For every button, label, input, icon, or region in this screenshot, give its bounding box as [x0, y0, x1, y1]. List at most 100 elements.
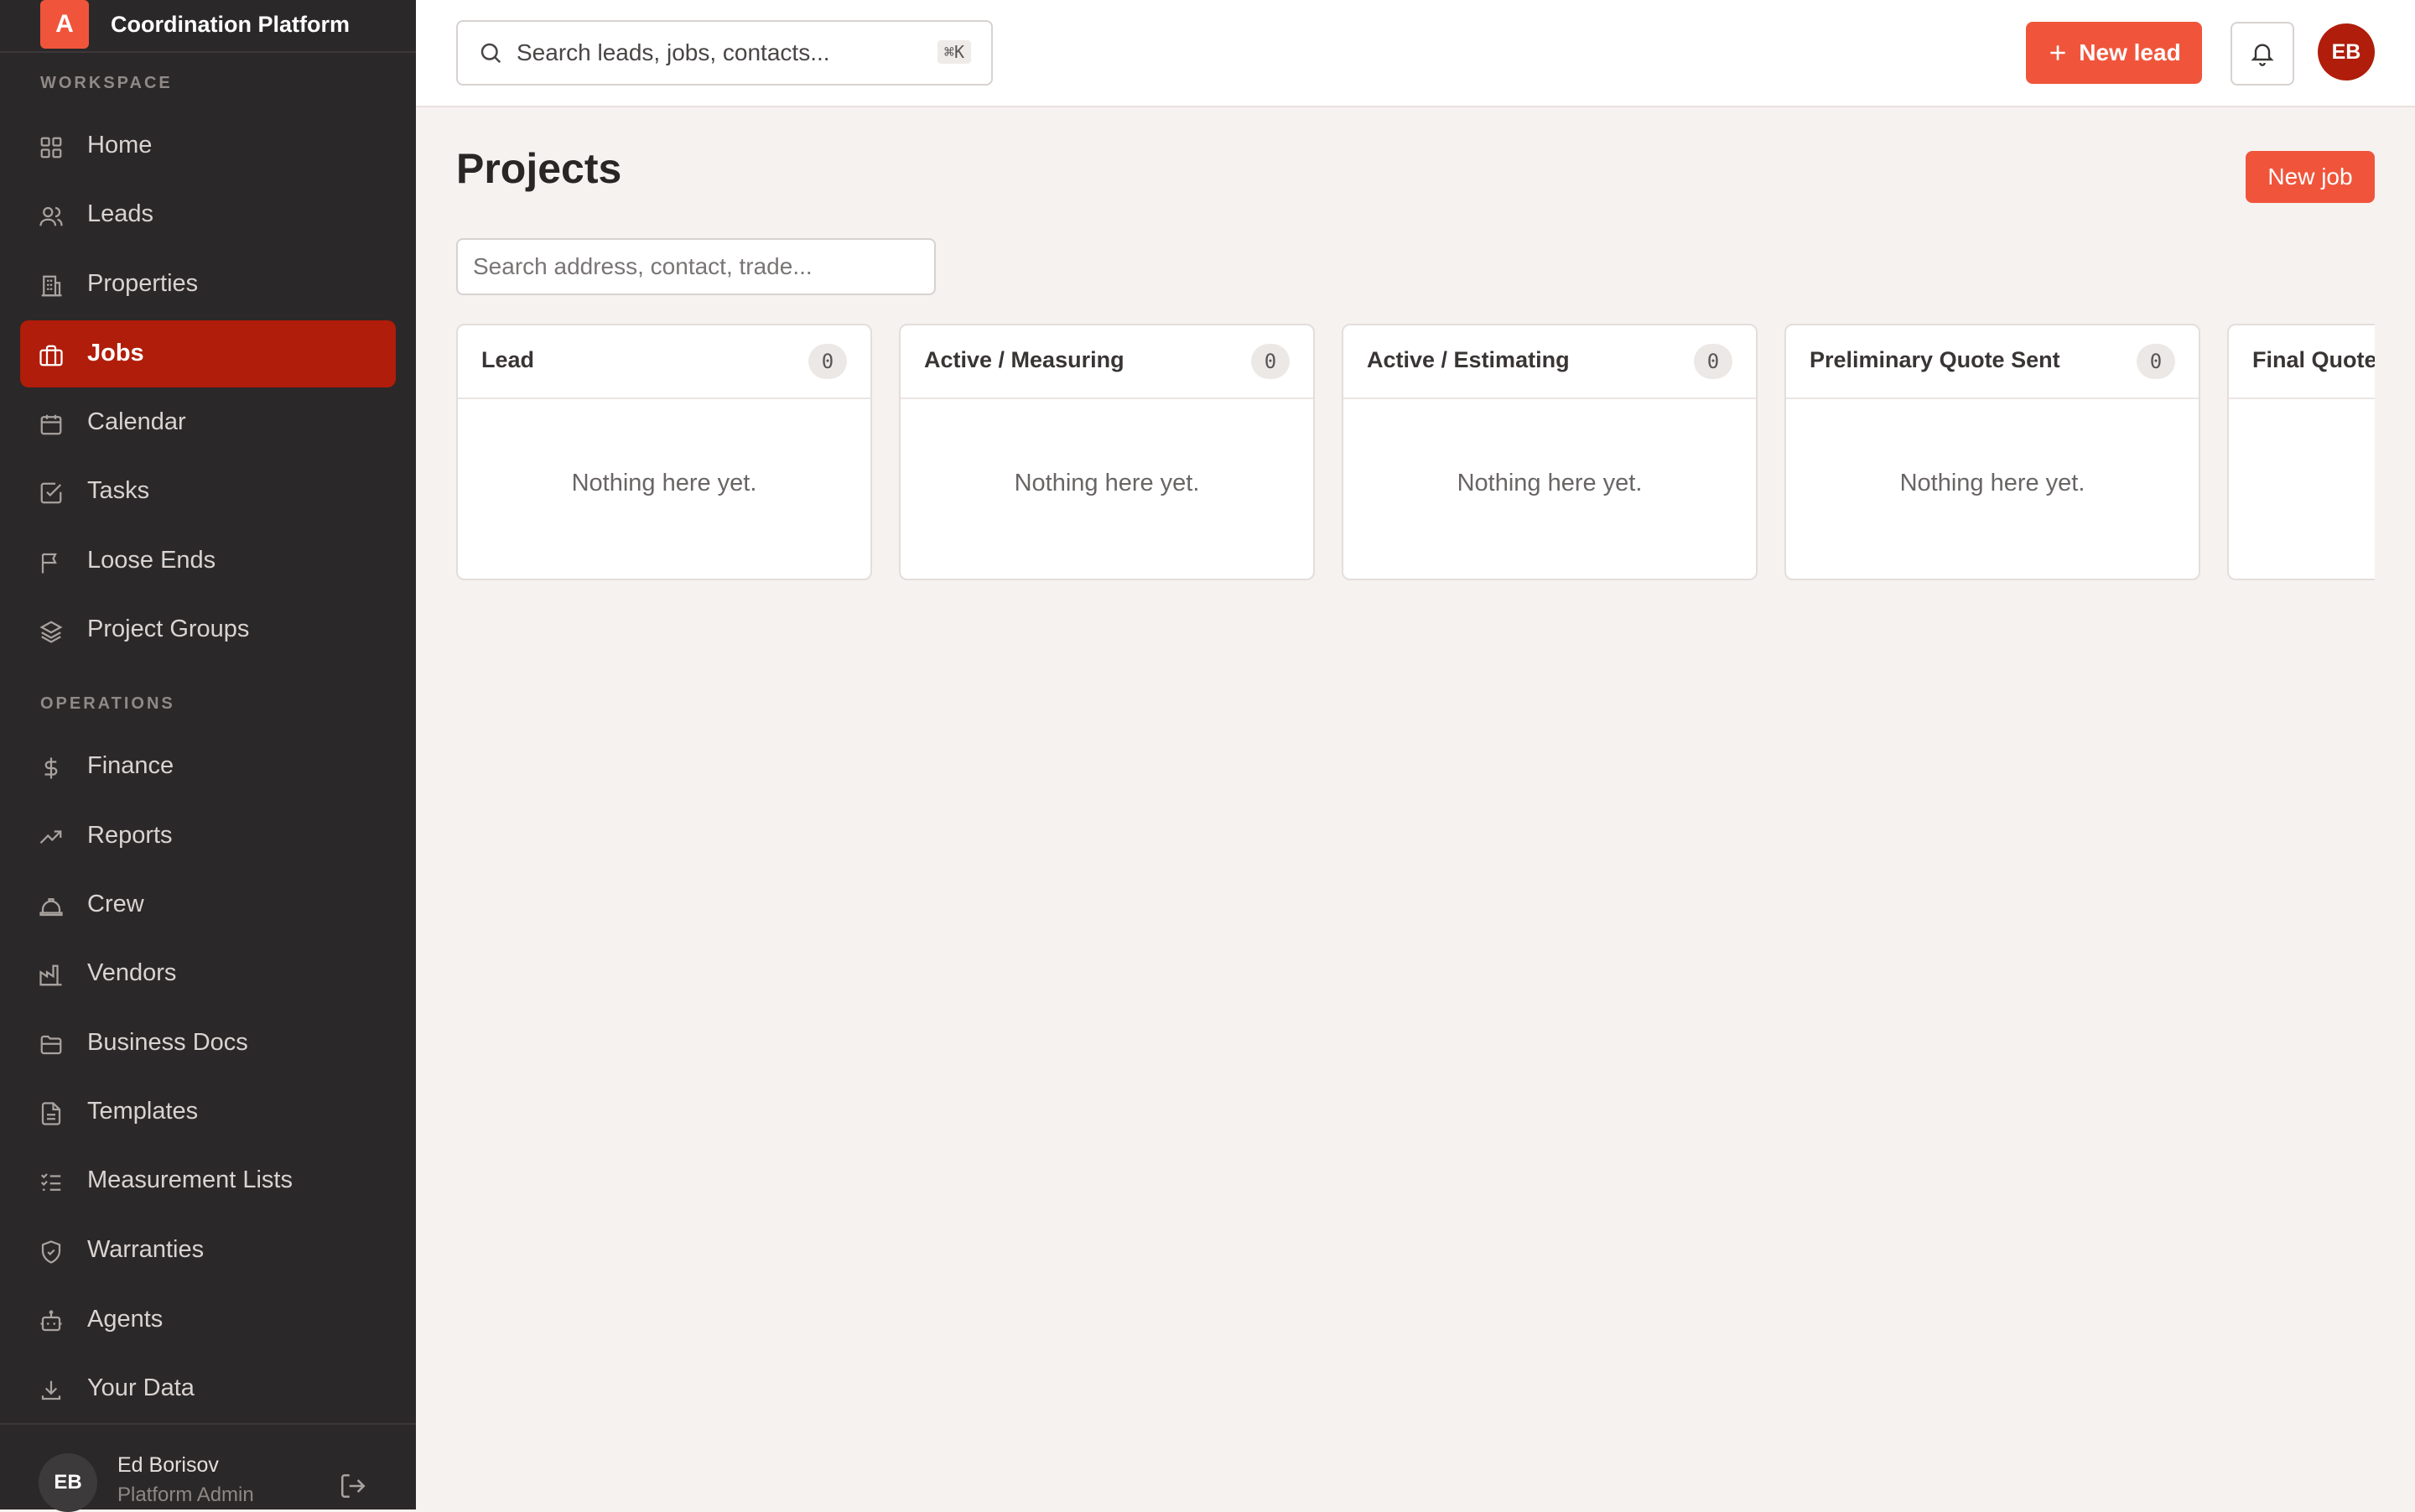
column-header: Active / Measuring 0 [901, 325, 1313, 399]
sidebar-item-reports[interactable]: Reports [20, 803, 396, 870]
folder-icon [39, 1032, 64, 1057]
shield-icon [39, 1239, 64, 1265]
sidebar-item-label: Loose Ends [87, 547, 216, 574]
sidebar-item-warranties[interactable]: Warranties [20, 1217, 396, 1284]
calendar-icon [39, 412, 64, 437]
empty-state: Nothing here yet. [571, 470, 757, 496]
sidebar: A Coordination Platform WORKSPACE Home L… [0, 0, 416, 1512]
kanban-board: Lead 0 Nothing here yet. Active / Measur… [456, 324, 2375, 584]
app-name: Coordination Platform [111, 12, 350, 37]
kanban-column-active-measuring: Active / Measuring 0 Nothing here yet. [899, 324, 1315, 580]
new-job-button[interactable]: New job [2246, 151, 2375, 203]
top-bar: Search leads, jobs, contacts... ⌘K New l… [416, 0, 2415, 107]
sidebar-item-templates[interactable]: Templates [20, 1078, 396, 1146]
column-count-badge: 0 [2137, 344, 2175, 379]
sidebar-item-label: Tasks [87, 477, 150, 504]
column-header: Lead 0 [458, 325, 870, 399]
column-count-badge: 0 [808, 344, 847, 379]
kanban-column-lead: Lead 0 Nothing here yet. [456, 324, 872, 580]
sidebar-item-project-groups[interactable]: Project Groups [20, 596, 396, 663]
sidebar-item-label: Measurement Lists [87, 1166, 293, 1193]
sidebar-item-finance[interactable]: Finance [20, 733, 396, 800]
column-title: Active / Estimating [1367, 347, 1570, 372]
new-lead-button[interactable]: New lead [2026, 22, 2202, 84]
sidebar-item-label: Finance [87, 752, 174, 779]
sidebar-item-measurement-lists[interactable]: Measurement Lists [20, 1147, 396, 1214]
sidebar-item-label: Agents [87, 1306, 164, 1333]
project-search-input[interactable] [456, 238, 936, 295]
column-title: Active / Measuring [924, 347, 1124, 372]
bell-icon [2249, 39, 2276, 66]
trending-up-icon [39, 825, 64, 850]
kanban-column-active-estimating: Active / Estimating 0 Nothing here yet. [1342, 324, 1758, 580]
sidebar-item-label: Business Docs [87, 1029, 248, 1056]
column-count-badge: 0 [1694, 344, 1732, 379]
column-title: Preliminary Quote Sent [1810, 347, 2060, 372]
download-icon [39, 1378, 64, 1403]
sidebar-item-label: Your Data [87, 1374, 195, 1401]
global-search-input[interactable]: Search leads, jobs, contacts... ⌘K [456, 20, 993, 86]
sidebar-item-loose-ends[interactable]: Loose Ends [20, 527, 396, 595]
sidebar-item-label: Project Groups [87, 616, 250, 642]
sidebar-item-properties[interactable]: Properties [20, 251, 396, 318]
flag-icon [39, 550, 64, 575]
sidebar-item-label: Calendar [87, 408, 186, 435]
file-text-icon [39, 1101, 64, 1126]
checkbox-icon [39, 481, 64, 506]
hard-hat-icon [39, 894, 64, 919]
sidebar-item-calendar[interactable]: Calendar [20, 389, 396, 456]
sidebar-item-leads[interactable]: Leads [20, 181, 396, 248]
users-icon [39, 204, 64, 229]
empty-state: Nothing here yet. [1457, 470, 1643, 496]
sidebar-item-agents[interactable]: Agents [20, 1286, 396, 1354]
grid-icon [39, 135, 64, 160]
list-checks-icon [39, 1170, 64, 1195]
dollar-icon [39, 756, 64, 781]
sidebar-item-business-docs[interactable]: Business Docs [20, 1010, 396, 1077]
search-shortcut: ⌘K [937, 40, 971, 64]
empty-state: No [2229, 470, 2375, 497]
sidebar-item-label: Warranties [87, 1236, 205, 1263]
user-avatar-button[interactable]: EB [2318, 23, 2375, 81]
sidebar-item-home[interactable]: Home [20, 112, 396, 179]
page-title: Projects [456, 145, 622, 192]
kanban-column-final-quote: Final Quote No [2227, 324, 2375, 580]
search-icon [478, 40, 503, 65]
section-label-workspace: WORKSPACE [40, 74, 173, 92]
sidebar-item-label: Home [87, 132, 153, 158]
logout-icon[interactable] [339, 1472, 367, 1500]
sidebar-item-label: Leads [87, 200, 154, 227]
sidebar-item-your-data[interactable]: Your Data [20, 1355, 396, 1422]
user-name: Ed Borisov [117, 1453, 219, 1477]
sidebar-item-label: Reports [87, 822, 173, 849]
briefcase-icon [39, 343, 64, 368]
sidebar-item-tasks[interactable]: Tasks [20, 458, 396, 525]
app-logo[interactable]: A [40, 0, 89, 49]
column-header: Preliminary Quote Sent 0 [1786, 325, 2199, 399]
notifications-button[interactable] [2231, 22, 2294, 86]
column-header: Final Quote [2229, 325, 2375, 399]
new-lead-label: New lead [2079, 39, 2181, 65]
brand: A Coordination Platform [0, 0, 416, 53]
user-avatar[interactable]: EB [39, 1453, 97, 1512]
search-placeholder: Search leads, jobs, contacts... [517, 39, 830, 65]
sidebar-item-label: Vendors [87, 959, 177, 986]
empty-state: Nothing here yet. [1014, 470, 1200, 496]
bot-icon [39, 1309, 64, 1334]
factory-icon [39, 963, 64, 988]
building-icon [39, 273, 64, 299]
empty-state: Nothing here yet. [1899, 470, 2085, 496]
sidebar-item-vendors[interactable]: Vendors [20, 940, 396, 1007]
sidebar-item-crew[interactable]: Crew [20, 871, 396, 938]
column-title: Lead [481, 347, 535, 372]
sidebar-item-label: Templates [87, 1098, 199, 1125]
sidebar-item-label: Properties [87, 270, 199, 297]
section-label-operations: OPERATIONS [40, 694, 175, 713]
sidebar-item-jobs[interactable]: Jobs [20, 320, 396, 387]
plus-icon [2047, 42, 2069, 64]
sidebar-item-label: Jobs [87, 340, 144, 366]
column-count-badge: 0 [1251, 344, 1290, 379]
sidebar-item-label: Crew [87, 891, 144, 917]
column-title: Final Quote [2252, 347, 2375, 372]
user-role: Platform Admin [117, 1483, 254, 1506]
